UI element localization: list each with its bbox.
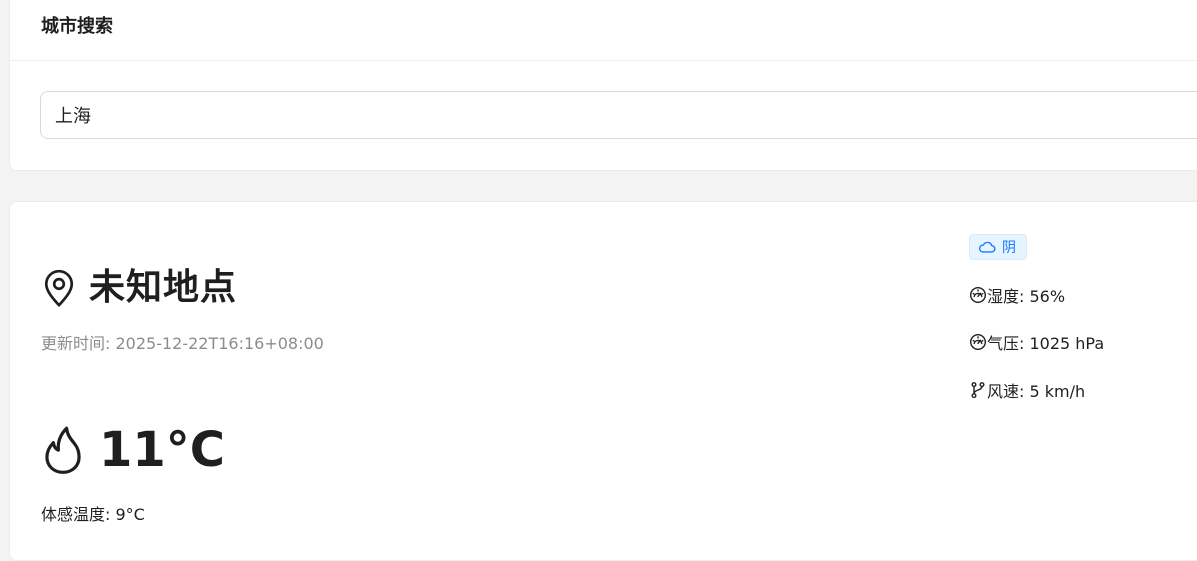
location-name: 未知地点 <box>89 267 238 308</box>
pressure-row: 气压: 1025 hPa <box>969 331 1104 353</box>
update-time: 更新时间: 2025-12-22T16:16+08:00 <box>41 334 324 353</box>
condition-label: 阴 <box>1002 240 1016 256</box>
search-card: 城市搜索 <box>9 0 1197 171</box>
dashboard-icon <box>969 333 987 351</box>
wind-row: 风速: 5 km/h <box>969 379 1085 401</box>
branch-icon <box>969 381 987 399</box>
flame-icon <box>41 425 85 475</box>
location-row: 未知地点 <box>41 266 237 310</box>
wind-text: 风速: 5 km/h <box>987 382 1086 401</box>
dashboard-icon <box>969 286 987 304</box>
condition-tag: 阴 <box>969 234 1027 260</box>
temperature-row: 11°C <box>41 422 225 478</box>
cloud-icon <box>978 240 1002 254</box>
humidity-row: 湿度: 56% <box>969 284 1065 306</box>
weather-card: 未知地点 更新时间: 2025-12-22T16:16+08:00 11°C 体… <box>9 201 1197 561</box>
feels-like: 体感温度: 9°C <box>41 505 145 524</box>
search-card-header: 城市搜索 <box>10 1 1197 61</box>
map-pin-icon <box>41 268 77 308</box>
humidity-text: 湿度: 56% <box>987 287 1066 306</box>
search-card-title: 城市搜索 <box>41 16 113 37</box>
pressure-text: 气压: 1025 hPa <box>987 334 1105 353</box>
city-search-input[interactable] <box>40 91 1197 139</box>
temperature-value: 11°C <box>99 422 226 478</box>
